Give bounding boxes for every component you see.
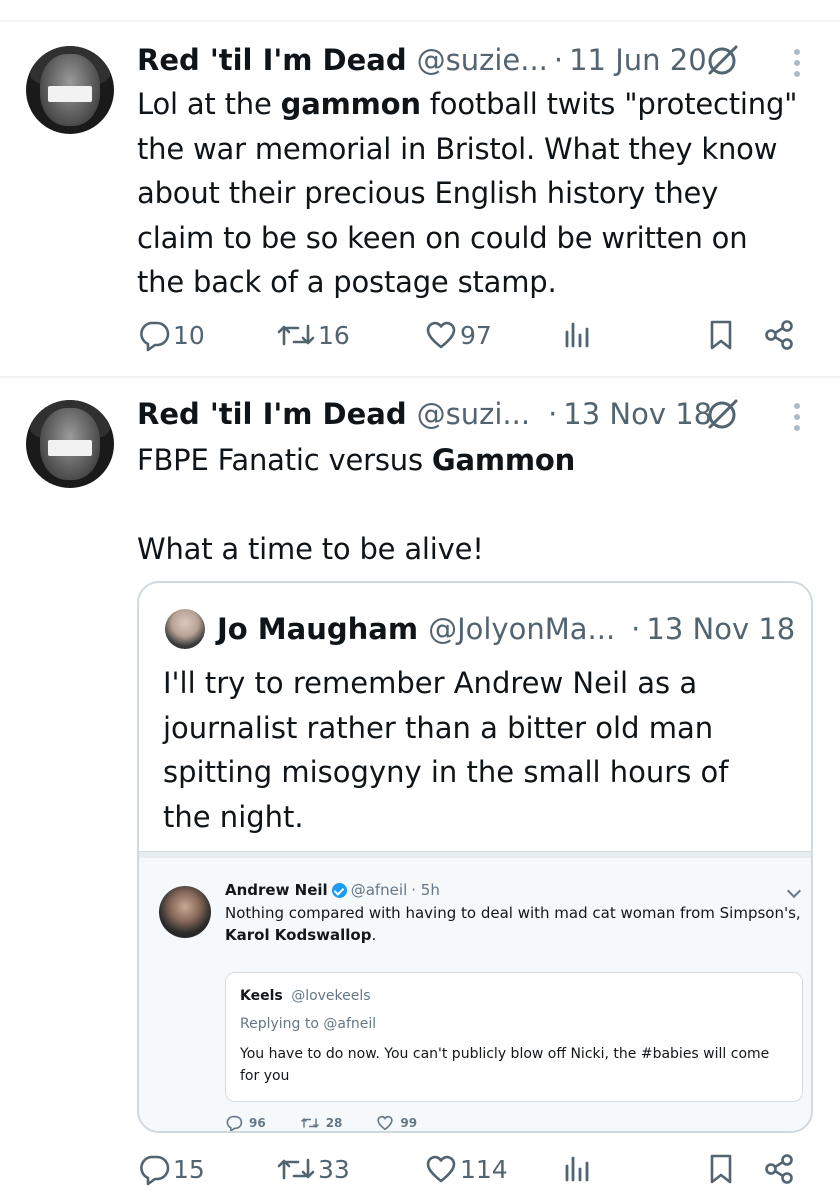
separator: · — [553, 43, 564, 77]
bookmark-button[interactable] — [704, 1152, 738, 1186]
avatar[interactable] — [26, 46, 114, 134]
screenshot-actions: 96 28 99 — [225, 1114, 451, 1131]
like-button[interactable]: 97 — [424, 318, 492, 352]
heart-icon — [426, 321, 456, 349]
analytics-icon — [565, 322, 589, 348]
quoted-tweet[interactable]: Jo Maugham @JolyonMa... · 13 Nov 18 I'll… — [137, 581, 813, 1133]
more-icon[interactable] — [792, 402, 802, 432]
like-count: 114 — [460, 1154, 508, 1184]
retweet-count: 33 — [318, 1154, 350, 1184]
views-button[interactable] — [560, 318, 594, 352]
tweet-date[interactable]: 13 Nov 18 — [563, 396, 712, 432]
inner-replying-to: Replying to @afneil — [240, 1016, 377, 1032]
more-icon[interactable] — [792, 48, 802, 78]
screenshot-avatar — [159, 886, 211, 938]
screenshot-like: 99 — [376, 1114, 417, 1131]
avatar[interactable] — [26, 400, 114, 488]
screenshot-retweet: 28 — [300, 1114, 342, 1131]
reply-button[interactable]: 15 — [137, 1152, 205, 1186]
quote-avatar[interactable] — [165, 609, 205, 649]
chevron-down-icon — [786, 883, 802, 899]
tweet-header: Red 'til I'm Dead @suzi... · 13 Nov 18 — [137, 396, 712, 432]
reply-icon — [226, 1115, 243, 1131]
reply-icon — [140, 1155, 170, 1186]
bookmark-icon — [710, 1154, 732, 1184]
share-button[interactable] — [762, 1152, 796, 1186]
retweet-button[interactable]: 16 — [276, 318, 350, 352]
like-button[interactable]: 114 — [424, 1152, 508, 1186]
author-name[interactable]: Red 'til I'm Dead — [137, 396, 407, 432]
inner-text: You have to do now. You can't publicly b… — [240, 1046, 770, 1084]
quote-author-handle: @JolyonMa... — [428, 612, 616, 646]
author-name[interactable]: Red 'til I'm Dead — [137, 42, 407, 78]
like-count: 97 — [460, 320, 492, 350]
quote-author-name: Jo Maugham — [217, 612, 419, 646]
quote-date: 13 Nov 18 — [646, 612, 796, 646]
views-button[interactable] — [560, 1152, 594, 1186]
reply-button[interactable]: 10 — [137, 318, 205, 352]
grok-icon[interactable] — [705, 398, 739, 432]
screenshot-reply: 96 — [225, 1114, 266, 1131]
heart-icon — [426, 1155, 456, 1183]
author-handle[interactable]: @suzie... — [417, 42, 548, 78]
bookmark-button[interactable] — [704, 318, 738, 352]
screenshot-inner-tweet: Keels @lovekeels Replying to @afneil You… — [225, 972, 803, 1102]
share-icon — [765, 1154, 793, 1184]
retweet-icon — [300, 1117, 319, 1129]
tweet-text: FBPE Fanatic versus Gammon What a time t… — [137, 443, 576, 566]
reply-count: 15 — [173, 1154, 205, 1184]
quote-header: Jo Maugham @JolyonMa... · 13 Nov 18 — [217, 611, 795, 647]
tweet-1[interactable]: Red 'til I'm Dead @suzie... · 11 Jun 20 … — [0, 0, 840, 376]
separator: · — [548, 397, 558, 431]
retweet-icon — [277, 1158, 315, 1180]
bookmark-icon — [710, 320, 732, 350]
verified-icon — [331, 882, 347, 898]
retweet-button[interactable]: 33 — [276, 1152, 350, 1186]
screenshot-header: Andrew Neil @afneil · 5h — [225, 881, 440, 899]
reply-icon — [140, 321, 170, 352]
analytics-icon — [565, 1156, 589, 1182]
inner-header: Keels @lovekeels — [240, 988, 371, 1004]
reply-count: 10 — [173, 320, 205, 350]
separator: · — [631, 612, 641, 646]
grok-icon[interactable] — [705, 44, 739, 78]
retweet-count: 16 — [318, 320, 350, 350]
tweet-header: Red 'til I'm Dead @suzie... · 11 Jun 20 — [137, 42, 707, 78]
author-handle[interactable]: @suzi... — [417, 396, 530, 432]
share-button[interactable] — [762, 318, 796, 352]
screenshot-text: Nothing compared with having to deal wit… — [225, 904, 801, 944]
heart-icon — [377, 1115, 394, 1131]
share-icon — [765, 320, 793, 350]
quote-image[interactable]: Andrew Neil @afneil · 5h Nothing compare… — [139, 851, 811, 1131]
tweet-date[interactable]: 11 Jun 20 — [569, 42, 707, 78]
quote-text: I'll try to remember Andrew Neil as a jo… — [163, 666, 729, 834]
retweet-icon — [277, 324, 315, 346]
tweet-text: Lol at the gammon football twits "protec… — [137, 87, 798, 299]
tweet-actions: 15 33 114 — [0, 1152, 840, 1192]
tweet-actions: 10 16 97 — [0, 318, 840, 358]
